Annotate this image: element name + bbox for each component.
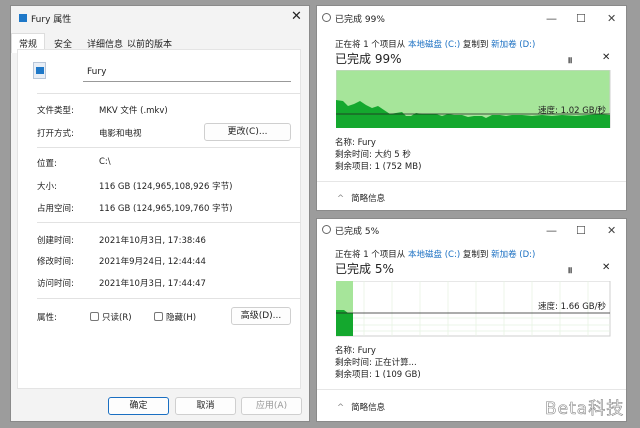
clock-icon bbox=[322, 13, 331, 22]
value-accessed: 2021年10月3日, 17:44:47 bbox=[99, 279, 206, 289]
items-remaining: 剩余项目: 1 (109 GB) bbox=[335, 370, 421, 380]
minimize-icon[interactable]: — bbox=[546, 224, 557, 237]
chevron-up-icon: ^ bbox=[337, 403, 345, 413]
speed-label: 速度: 1.02 GB/秒 bbox=[538, 106, 606, 116]
label-size: 大小: bbox=[37, 182, 57, 192]
hidden-checkbox[interactable]: 隐藏(H) bbox=[154, 311, 196, 323]
value-opens-with: 电影和电视 bbox=[99, 129, 142, 139]
close-icon[interactable]: ✕ bbox=[607, 224, 616, 237]
general-panel bbox=[17, 49, 301, 389]
properties-dialog: Fury 属性 ✕ 常规 安全 详细信息 以前的版本 Fury 文件类型: MK… bbox=[10, 5, 310, 422]
copy-dialog-2: 已完成 5% — ☐ ✕ 正在将 1 个项目从 本地磁盘 (C:) 复制到 新加… bbox=[316, 218, 627, 422]
progress-heading: 已完成 99% bbox=[335, 52, 402, 66]
value-size-on-disk: 116 GB (124,965,109,760 字节) bbox=[99, 204, 233, 214]
pause-icon[interactable]: ॥ bbox=[567, 263, 572, 276]
cancel-icon[interactable]: ✕ bbox=[602, 262, 610, 273]
copy-description: 正在将 1 个项目从 本地磁盘 (C:) 复制到 新加卷 (D:) bbox=[335, 40, 536, 50]
speed-area bbox=[336, 310, 353, 336]
advanced-button[interactable]: 高级(D)... bbox=[231, 307, 291, 325]
items-remaining: 剩余项目: 1 (752 MB) bbox=[335, 162, 422, 172]
value-created: 2021年10月3日, 17:38:46 bbox=[99, 236, 206, 246]
item-name: 名称: Fury bbox=[335, 138, 376, 148]
cancel-icon[interactable]: ✕ bbox=[602, 52, 610, 63]
label-attributes: 属性: bbox=[37, 313, 57, 323]
cancel-button[interactable]: 取消 bbox=[175, 397, 236, 415]
divider bbox=[37, 222, 301, 223]
window-title: 已完成 5% bbox=[335, 227, 380, 237]
value-location: C:\ bbox=[99, 157, 111, 167]
ok-button[interactable]: 确定 bbox=[108, 397, 169, 415]
label-size-on-disk: 占用空间: bbox=[37, 204, 74, 214]
copy-dialog-1: 已完成 99% — ☐ ✕ 正在将 1 个项目从 本地磁盘 (C:) 复制到 新… bbox=[316, 5, 627, 211]
fewer-details-toggle[interactable]: ^ 简略信息 bbox=[337, 192, 385, 204]
progress-heading: 已完成 5% bbox=[335, 262, 394, 276]
clock-icon bbox=[322, 225, 331, 234]
source-link[interactable]: 本地磁盘 (C:) bbox=[408, 250, 460, 260]
source-link[interactable]: 本地磁盘 (C:) bbox=[408, 40, 460, 50]
value-type: MKV 文件 (.mkv) bbox=[99, 106, 168, 116]
divider bbox=[37, 298, 301, 299]
speed-graph bbox=[336, 70, 611, 128]
chevron-up-icon: ^ bbox=[337, 194, 345, 204]
label-modified: 修改时间: bbox=[37, 257, 74, 267]
window-title: 已完成 99% bbox=[335, 15, 385, 25]
close-icon[interactable]: ✕ bbox=[607, 12, 616, 25]
dialog-title: Fury 属性 bbox=[31, 15, 72, 25]
label-accessed: 访问时间: bbox=[37, 279, 74, 289]
speed-label: 速度: 1.66 GB/秒 bbox=[538, 302, 606, 312]
fewer-details-toggle[interactable]: ^ 简略信息 bbox=[337, 401, 385, 413]
label-opens-with: 打开方式: bbox=[37, 129, 74, 139]
readonly-checkbox[interactable]: 只读(R) bbox=[90, 311, 132, 323]
file-icon bbox=[19, 14, 27, 22]
copy-description: 正在将 1 个项目从 本地磁盘 (C:) 复制到 新加卷 (D:) bbox=[335, 250, 536, 260]
divider bbox=[317, 181, 626, 182]
close-icon[interactable]: ✕ bbox=[291, 9, 302, 24]
dest-link[interactable]: 新加卷 (D:) bbox=[491, 40, 535, 50]
maximize-icon[interactable]: ☐ bbox=[576, 224, 586, 237]
watermark: Beta科技 bbox=[545, 399, 625, 420]
value-modified: 2021年9月24日, 12:44:44 bbox=[99, 257, 206, 267]
apply-button[interactable]: 应用(A) bbox=[241, 397, 302, 415]
video-file-icon bbox=[33, 62, 46, 79]
minimize-icon[interactable]: — bbox=[546, 12, 557, 25]
label-location: 位置: bbox=[37, 159, 57, 169]
time-remaining: 剩余时间: 大约 5 秒 bbox=[335, 150, 411, 160]
maximize-icon[interactable]: ☐ bbox=[576, 12, 586, 25]
divider bbox=[317, 389, 626, 390]
divider bbox=[37, 147, 301, 148]
time-remaining: 剩余时间: 正在计算... bbox=[335, 358, 417, 368]
item-name: 名称: Fury bbox=[335, 346, 376, 356]
label-type: 文件类型: bbox=[37, 106, 74, 116]
filename-input[interactable]: Fury bbox=[83, 64, 291, 82]
label-created: 创建时间: bbox=[37, 236, 74, 246]
pause-icon[interactable]: ॥ bbox=[567, 53, 572, 66]
divider bbox=[37, 93, 301, 94]
value-size: 116 GB (124,965,108,926 字节) bbox=[99, 182, 233, 192]
change-button[interactable]: 更改(C)... bbox=[204, 123, 291, 141]
dest-link[interactable]: 新加卷 (D:) bbox=[491, 250, 535, 260]
